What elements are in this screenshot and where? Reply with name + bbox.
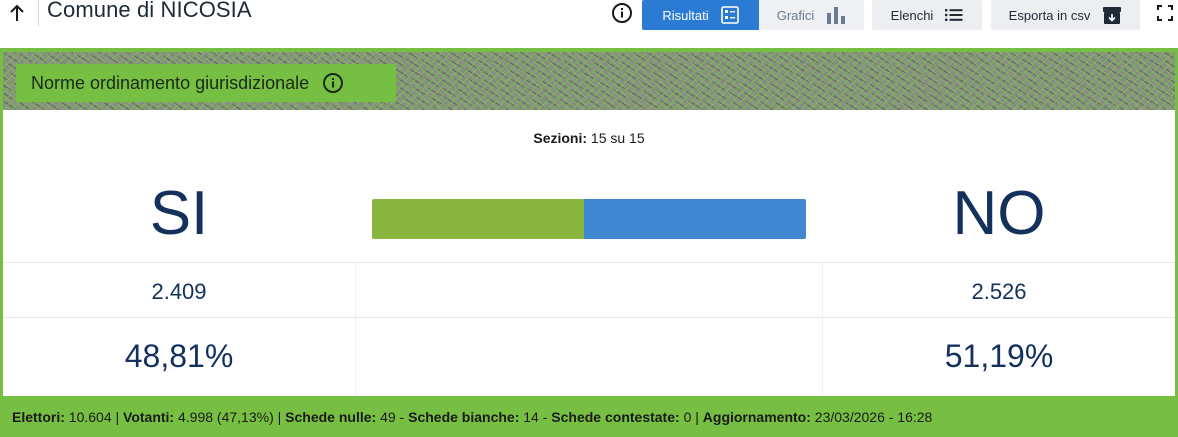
- archive-download-icon: [1103, 6, 1122, 24]
- question-title: Norme ordinamento giurisdizionale: [31, 72, 310, 93]
- esporta-csv-button[interactable]: Esporta in csv: [991, 0, 1140, 30]
- row-divider: [3, 317, 1175, 318]
- no-bar-segment: [583, 199, 806, 239]
- si-bar-segment: [372, 199, 584, 239]
- info-button[interactable]: [610, 1, 634, 25]
- schede-contestate-value: 0: [683, 408, 692, 425]
- elettori-label: Elettori:: [12, 408, 65, 425]
- aggiornamento-value: 23/03/2026 - 16:28: [814, 408, 933, 425]
- elenchi-label: Elenchi: [890, 7, 934, 23]
- question-info-button[interactable]: [321, 71, 345, 95]
- results-bar: [372, 199, 806, 239]
- header: Comune di NICOSIA Risultati Grafici Elen…: [0, 0, 1178, 48]
- si-votes: 2.409: [151, 279, 207, 304]
- question-title-box: Norme ordinamento giurisdizionale: [16, 64, 396, 102]
- list-icon: [945, 9, 963, 21]
- grafici-button[interactable]: Grafici: [759, 0, 864, 30]
- fullscreen-button[interactable]: [1153, 1, 1177, 25]
- si-label: SI: [149, 179, 209, 248]
- schede-bianche-label: Schede bianche:: [408, 408, 520, 425]
- back-button[interactable]: [4, 0, 30, 26]
- elettori-value: 10.604: [68, 408, 112, 425]
- si-percent: 48,81%: [124, 338, 234, 374]
- results-panel: Sezioni: 15 su 15 SI NO 2.409 2.526 48,8…: [3, 110, 1175, 396]
- no-percent: 51,19%: [944, 338, 1054, 374]
- schede-nulle-label: Schede nulle:: [285, 408, 377, 425]
- sezioni-count: Sezioni: 15 su 15: [3, 130, 1175, 146]
- elenchi-button[interactable]: Elenchi: [872, 0, 982, 30]
- page-title: Comune di NICOSIA: [47, 0, 252, 22]
- row-divider: [3, 262, 1175, 263]
- votanti-value: 4.998 (47,13%): [178, 408, 274, 425]
- info-icon: [612, 3, 632, 23]
- aggiornamento-label: Aggiornamento:: [702, 408, 811, 425]
- fullscreen-icon: [1157, 5, 1173, 21]
- risultati-button[interactable]: Risultati: [642, 0, 759, 30]
- column-divider: [355, 262, 356, 396]
- no-votes: 2.526: [971, 279, 1027, 304]
- bar-chart-icon: [827, 7, 846, 24]
- schede-contestate-label: Schede contestate:: [551, 408, 680, 425]
- header-divider: [38, 0, 39, 26]
- sezioni-label: Sezioni:: [533, 130, 588, 146]
- grafici-label: Grafici: [776, 7, 815, 23]
- sezioni-value: 15 su 15: [590, 130, 645, 146]
- schede-nulle-value: 49: [380, 408, 396, 425]
- list-details-icon: [720, 6, 739, 24]
- schede-bianche-value: 14: [523, 408, 539, 425]
- footer-stats: Elettori: 10.604 | Votanti: 4.998 (47,13…: [12, 408, 933, 425]
- votanti-label: Votanti:: [123, 408, 175, 425]
- arrow-up-icon: [10, 4, 24, 21]
- info-icon: [323, 73, 344, 93]
- risultati-label: Risultati: [662, 7, 709, 23]
- no-label: NO: [952, 179, 1046, 248]
- esporta-csv-label: Esporta in csv: [1008, 7, 1091, 23]
